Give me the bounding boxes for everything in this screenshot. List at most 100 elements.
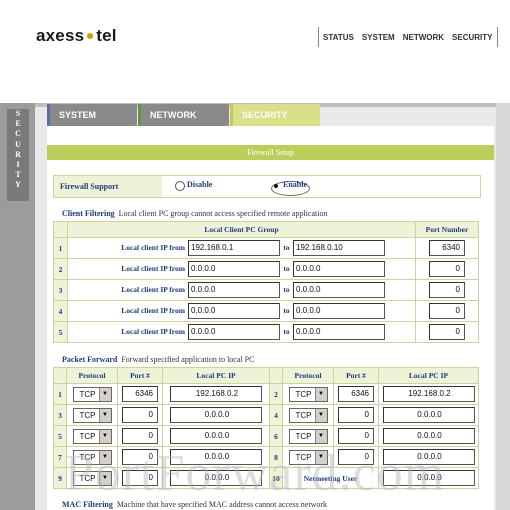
ip-from-input[interactable]: 0.0.0.0: [188, 261, 280, 277]
from-label: Local client IP from: [121, 263, 185, 273]
ip-to-input[interactable]: 0.0.0.0: [293, 303, 385, 319]
ip-input[interactable]: 192.168.0.2: [382, 386, 475, 402]
chevron-down-icon[interactable]: ▼: [98, 471, 111, 485]
cf-range-cell: Local client IP from 0.0.0.0 to 0.0.0.0: [67, 321, 416, 343]
cf-port-cell: 0: [415, 300, 479, 322]
ip-cell: 0.0.0.0: [162, 425, 270, 447]
port-input[interactable]: 0: [429, 303, 465, 319]
netmeeting-ip-input[interactable]: 0.0.0.0: [382, 470, 475, 486]
ip-input[interactable]: 0.0.0.0: [170, 470, 262, 486]
top-nav-status[interactable]: STATUS: [323, 33, 354, 42]
port-input[interactable]: 6340: [429, 240, 465, 256]
ip-from-input[interactable]: 0.0.0.0: [188, 282, 280, 298]
ip-input[interactable]: 0.0.0.0: [382, 407, 475, 423]
port-input[interactable]: 0: [122, 407, 158, 423]
ip-to-input[interactable]: 0.0.0.0: [293, 282, 385, 298]
pf-header-blank: [53, 367, 67, 384]
cf-range-cell: Local client IP from 192.168.0.1 to 192.168…: [67, 237, 416, 259]
protocol-select[interactable]: TCP ▼: [72, 470, 112, 486]
brand-name-right: tel: [96, 26, 117, 45]
mac-filtering-title: MAC Filtering: [62, 500, 113, 509]
port-input[interactable]: 0: [338, 407, 374, 423]
chevron-down-icon[interactable]: ▼: [98, 387, 111, 401]
chevron-down-icon[interactable]: ▼: [98, 408, 111, 422]
port-cell: 0: [117, 404, 163, 426]
ip-input[interactable]: 192.168.0.2: [170, 386, 262, 402]
port-input[interactable]: 0: [338, 428, 374, 444]
firewall-disable-label: Disable: [187, 180, 213, 189]
chevron-down-icon[interactable]: ▼: [98, 429, 111, 443]
port-cell: 0: [333, 404, 379, 426]
port-input[interactable]: 6346: [338, 386, 374, 402]
port-input[interactable]: 0: [429, 261, 465, 277]
client-filtering-table: Local Client PC Group Port Number 1 Loca…: [53, 221, 479, 343]
side-label-letter: C: [15, 129, 21, 139]
ip-from-input[interactable]: 0.0.0.0: [188, 303, 280, 319]
port-input[interactable]: 0: [338, 449, 374, 465]
protocol-select[interactable]: TCP ▼: [72, 449, 112, 465]
ip-to-input[interactable]: 0.0.0.0: [293, 261, 385, 277]
top-nav-security[interactable]: SECURITY: [452, 33, 492, 42]
protocol-select[interactable]: TCP ▼: [288, 386, 328, 402]
tab-security[interactable]: SECURITY: [230, 104, 320, 128]
row-number: 10: [269, 467, 283, 489]
protocol-cell: TCP ▼: [66, 467, 118, 489]
ip-from-input[interactable]: 192.168.0.1: [188, 240, 280, 256]
protocol-select[interactable]: TCP ▼: [288, 428, 328, 444]
pf-header-blank: [269, 367, 283, 384]
chevron-down-icon[interactable]: ▼: [314, 450, 327, 464]
row-number: 5: [53, 425, 67, 447]
brand-name-left: axess: [36, 26, 85, 45]
port-input[interactable]: 0: [429, 324, 465, 340]
firewall-support-row: Firewall Support Disable Enable: [53, 175, 481, 198]
from-label: Local client IP from: [121, 326, 185, 336]
protocol-select[interactable]: TCP ▼: [72, 407, 112, 423]
port-input[interactable]: 6346: [122, 386, 158, 402]
protocol-select[interactable]: TCP ▼: [288, 449, 328, 465]
side-label-letter: E: [15, 119, 21, 129]
protocol-value: TCP: [79, 452, 96, 462]
packet-forward-table: Protocol Port # Local PC IP Protocol Por…: [53, 367, 479, 489]
port-input[interactable]: 0: [429, 282, 465, 298]
ip-cell: 192.168.0.2: [378, 383, 479, 405]
row-number: 8: [269, 446, 283, 468]
row-number: 6: [269, 425, 283, 447]
chevron-down-icon[interactable]: ▼: [98, 450, 111, 464]
chevron-down-icon[interactable]: ▼: [314, 408, 327, 422]
ip-to-input[interactable]: 192.168.0.10: [293, 240, 385, 256]
chevron-down-icon[interactable]: ▼: [314, 387, 327, 401]
ip-input[interactable]: 0.0.0.0: [382, 428, 475, 444]
ip-to-input[interactable]: 0.0.0.0: [293, 324, 385, 340]
firewall-disable-radio[interactable]: [175, 181, 185, 191]
protocol-select[interactable]: TCP ▼: [72, 428, 112, 444]
pf-header-protocol: Protocol: [282, 367, 334, 384]
from-label: Local client IP from: [121, 305, 185, 315]
side-label-letter: I: [16, 160, 20, 170]
ip-cell: 192.168.0.2: [162, 383, 270, 405]
ip-cell: 0.0.0.0: [378, 446, 479, 468]
port-input[interactable]: 0: [122, 428, 158, 444]
tab-system[interactable]: SYSTEM: [47, 104, 137, 126]
ip-from-input[interactable]: 0.0.0.0: [188, 324, 280, 340]
table-row: 3 TCP ▼ 0 0.0.0.0 4 TCP ▼ 0 0.0.0.0: [53, 404, 479, 426]
cf-port-cell: 0: [415, 279, 479, 301]
protocol-select[interactable]: TCP ▼: [288, 407, 328, 423]
tab-network[interactable]: NETWORK: [138, 104, 229, 126]
ip-input[interactable]: 0.0.0.0: [170, 407, 262, 423]
cf-header-port: Port Number: [415, 221, 479, 238]
ip-input[interactable]: 0.0.0.0: [170, 449, 262, 465]
table-row: 9 TCP ▼ 0 0.0.0.0 10 Netmeeting User 0.0.…: [53, 467, 479, 489]
row-number: 1: [53, 237, 68, 259]
top-nav-network[interactable]: NETWORK: [403, 33, 444, 42]
table-row: 1 Local client IP from 192.168.0.1 to 192.1…: [53, 237, 479, 259]
port-input[interactable]: 0: [122, 449, 158, 465]
top-nav-system[interactable]: SYSTEM: [362, 33, 395, 42]
port-input[interactable]: 0: [122, 470, 158, 486]
chevron-down-icon[interactable]: ▼: [314, 429, 327, 443]
row-number: 3: [53, 279, 68, 301]
protocol-value: TCP: [295, 431, 312, 441]
protocol-select[interactable]: TCP ▼: [72, 386, 112, 402]
brand-logo: axess tel: [36, 26, 117, 46]
ip-input[interactable]: 0.0.0.0: [382, 449, 475, 465]
ip-input[interactable]: 0.0.0.0: [170, 428, 262, 444]
